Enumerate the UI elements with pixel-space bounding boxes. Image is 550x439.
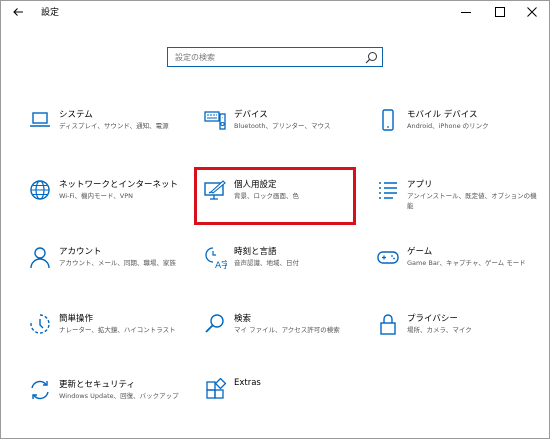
tile-title: プライバシー <box>407 314 458 324</box>
tile-search[interactable]: 検索 マイ ファイル、アクセス許可の検索 <box>202 311 362 351</box>
tile-desc: 音声認識、地域、日付 <box>234 259 299 267</box>
tile-title: ネットワークとインターネット <box>59 180 179 190</box>
window-title: 設定 <box>41 8 60 18</box>
keyboard-speaker-icon <box>202 107 228 133</box>
maximize-icon <box>495 7 505 17</box>
laptop-icon <box>27 107 53 133</box>
minimize-button[interactable] <box>449 1 483 23</box>
svg-text:A字: A字 <box>215 259 227 269</box>
sync-icon <box>27 377 53 403</box>
tile-extras[interactable]: Extras <box>202 377 362 417</box>
tile-update-security[interactable]: 更新とセキュリティ Windows Update、回復、バックアップ <box>27 377 187 417</box>
tile-devices[interactable]: デバイス Bluetooth、プリンター、マウス <box>202 107 362 147</box>
tile-network[interactable]: ネットワークとインターネット Wi-Fi、機内モード、VPN <box>27 177 187 217</box>
tile-mobile-devices[interactable]: モバイル デバイス Android、iPhone のリンク <box>375 107 535 147</box>
search-input[interactable] <box>168 48 358 66</box>
search-icon[interactable] <box>365 51 378 64</box>
gamepad-icon <box>375 244 401 270</box>
globe-icon <box>27 177 53 203</box>
tile-title: 検索 <box>234 314 252 324</box>
time-language-icon: A字 <box>202 244 228 270</box>
tile-desc: Game Bar、キャプチャ、ゲーム モード <box>407 259 526 267</box>
tile-title: 簡単操作 <box>59 314 94 324</box>
magnifier-icon <box>202 311 228 337</box>
tile-desc: Windows Update、回復、バックアップ <box>59 392 179 400</box>
phone-icon <box>375 107 401 133</box>
tile-desc: アンインストール、既定値、オプションの機能 <box>407 192 537 210</box>
highlight-frame <box>194 167 356 225</box>
tile-title: デバイス <box>234 110 268 120</box>
tile-desc: Wi-Fi、機内モード、VPN <box>59 192 133 200</box>
tile-desc: 場所、カメラ、マイク <box>407 326 472 334</box>
tile-time-language[interactable]: A字 時刻と言語 音声認識、地域、日付 <box>202 244 362 284</box>
tile-desc: Bluetooth、プリンター、マウス <box>234 122 331 130</box>
search-box[interactable] <box>167 47 383 67</box>
close-icon <box>527 7 537 17</box>
close-button[interactable] <box>515 1 549 23</box>
tile-desc: ナレーター、拡大鏡、ハイコントラスト <box>59 326 176 334</box>
tile-title: ゲーム <box>407 247 433 257</box>
tile-title: Extras <box>234 378 261 388</box>
person-icon <box>27 244 53 270</box>
title-bar: 設定 <box>1 1 549 23</box>
minimize-icon <box>461 12 471 13</box>
back-button[interactable] <box>9 3 27 21</box>
ease-of-access-icon <box>27 311 53 337</box>
tile-ease-of-access[interactable]: 簡単操作 ナレーター、拡大鏡、ハイコントラスト <box>27 311 187 351</box>
tile-title: 時刻と言語 <box>234 247 277 257</box>
app-list-icon <box>375 177 401 203</box>
tile-accounts[interactable]: アカウント アカウント、メール、同期、職場、家族 <box>27 244 187 284</box>
arrow-left-icon <box>13 8 23 16</box>
tile-privacy[interactable]: プライバシー 場所、カメラ、マイク <box>375 311 535 351</box>
lock-icon <box>375 311 401 337</box>
tile-title: 更新とセキュリティ <box>59 380 135 390</box>
maximize-button[interactable] <box>483 1 517 23</box>
tile-gaming[interactable]: ゲーム Game Bar、キャプチャ、ゲーム モード <box>375 244 535 284</box>
tile-desc: マイ ファイル、アクセス許可の検索 <box>234 326 340 334</box>
tile-title: アカウント <box>59 247 102 257</box>
settings-window: 設定 シス <box>0 0 550 439</box>
tile-desc: ディスプレイ、サウンド、通知、電源 <box>59 122 169 130</box>
tile-title: モバイル デバイス <box>407 110 478 120</box>
tile-title: システム <box>59 110 93 120</box>
tile-title: アプリ <box>407 180 433 190</box>
tile-desc: アカウント、メール、同期、職場、家族 <box>59 259 176 267</box>
tile-desc: Android、iPhone のリンク <box>407 122 489 130</box>
tile-apps[interactable]: アプリ アンインストール、既定値、オプションの機能 <box>375 177 537 217</box>
extras-blocks-icon <box>202 377 228 403</box>
tile-system[interactable]: システム ディスプレイ、サウンド、通知、電源 <box>27 107 187 147</box>
